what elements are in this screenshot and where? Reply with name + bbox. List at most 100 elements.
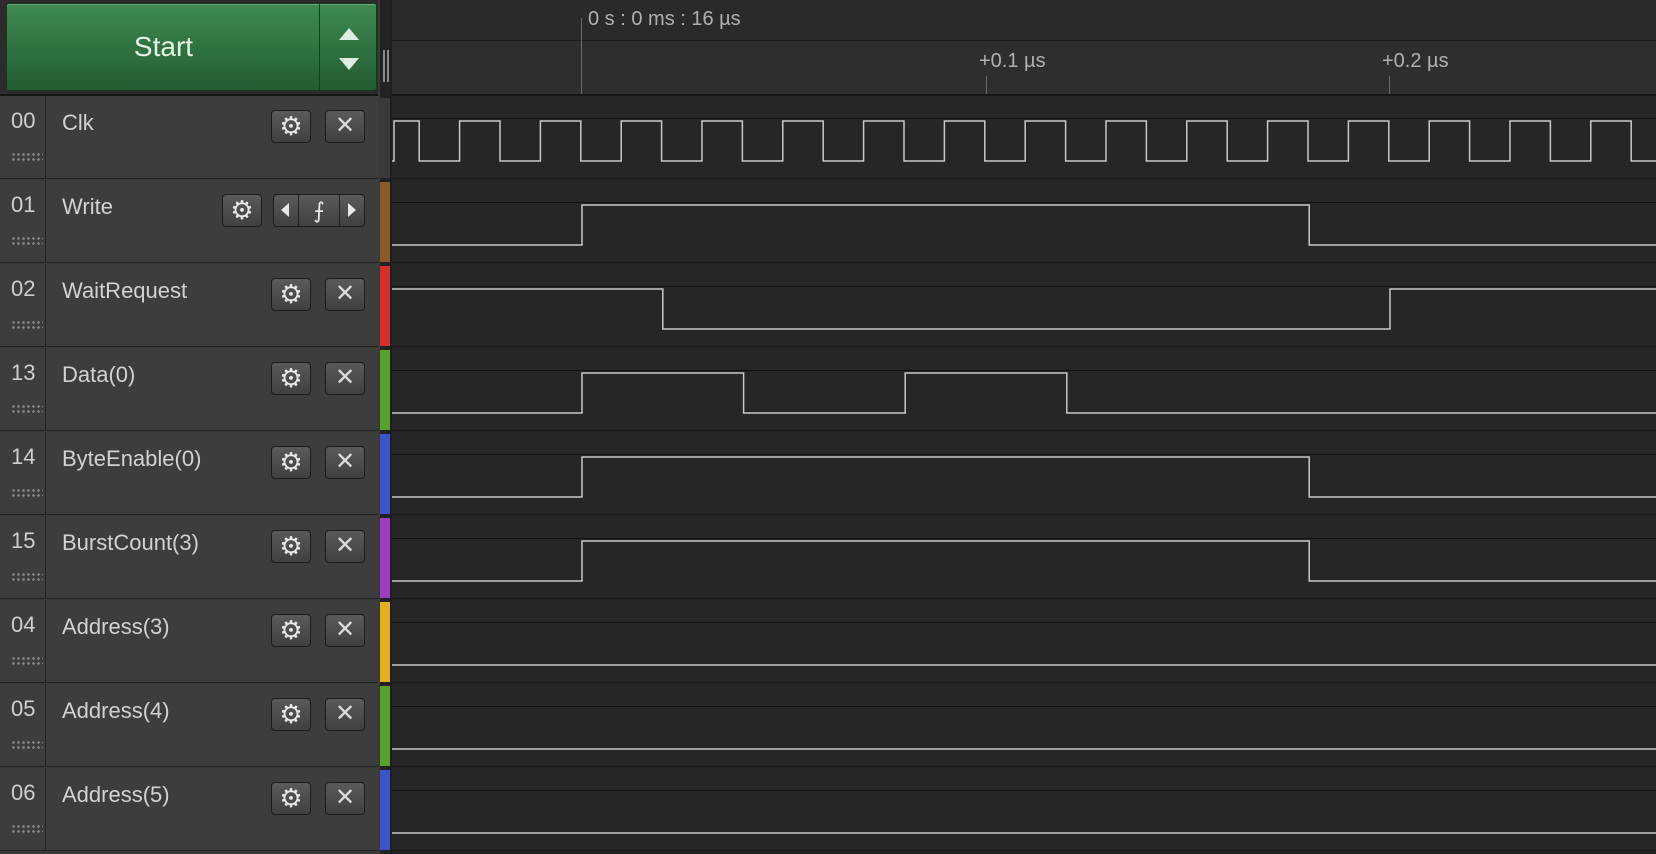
close-icon[interactable]: ✕ [325, 698, 365, 731]
channel-row[interactable]: 06 Address(5) ⚙ ✕ [0, 768, 378, 851]
channel-number-cell: 04 [0, 600, 46, 683]
close-icon[interactable]: ✕ [325, 782, 365, 815]
start-toolbar: Start [0, 0, 378, 96]
channel-color-strip [380, 0, 390, 854]
start-options-stepper[interactable] [319, 3, 377, 91]
channel-number-cell: 02 [0, 264, 46, 347]
drag-grip-icon[interactable] [11, 656, 43, 666]
channel-number-cell: 14 [0, 432, 46, 515]
rising-edge-icon[interactable]: ⨍ [299, 195, 339, 226]
tick-label: +0.1 µs [979, 50, 1046, 72]
channel-number-cell: 05 [0, 684, 46, 767]
channel-name[interactable]: WaitRequest [62, 278, 187, 304]
channel-name[interactable]: Address(3) [62, 614, 170, 640]
channel-number: 05 [11, 696, 36, 721]
channel-color-swatch [380, 518, 390, 598]
trigger-prev-button[interactable] [274, 195, 299, 226]
gear-icon[interactable]: ⚙ [271, 446, 311, 479]
channel-row[interactable]: 02 WaitRequest ⚙ ✕ [0, 264, 378, 347]
channel-color-swatch [380, 602, 390, 682]
channel-panel: Start 00 Clk ⚙ ✕ 01 Write ⚙ ⨍ 02 WaitReq… [0, 0, 380, 854]
signal-waveform [392, 204, 1656, 246]
channel-number-cell: 13 [0, 348, 46, 431]
channel-number-cell: 00 [0, 96, 46, 179]
chevron-left-icon [281, 203, 289, 217]
channel-number: 04 [11, 612, 36, 637]
channel-number: 02 [11, 276, 36, 301]
chevron-right-icon [348, 203, 356, 217]
drag-grip-icon[interactable] [11, 320, 43, 330]
channel-name[interactable]: Address(5) [62, 782, 170, 808]
channel-row[interactable]: 04 Address(3) ⚙ ✕ [0, 600, 378, 683]
trigger-next-button[interactable] [339, 195, 364, 226]
channel-color-swatch [380, 182, 390, 262]
waveform-area[interactable] [392, 96, 1656, 854]
channel-color-swatch [380, 350, 390, 430]
channel-number-cell: 01 [0, 180, 46, 263]
close-icon[interactable]: ✕ [325, 530, 365, 563]
signal-waveform [392, 372, 1656, 414]
channel-number-cell: 15 [0, 516, 46, 599]
channel-color-swatch [380, 98, 390, 178]
start-button[interactable]: Start [6, 3, 321, 91]
signal-waveform [392, 288, 1656, 330]
signal-waveform [392, 456, 1656, 498]
channel-number-cell: 06 [0, 768, 46, 851]
channel-name[interactable]: ByteEnable(0) [62, 446, 201, 472]
drag-grip-icon[interactable] [11, 572, 43, 582]
channel-color-swatch [380, 434, 390, 514]
tick-mark [986, 76, 987, 94]
drag-grip-icon[interactable] [11, 740, 43, 750]
waveforms [392, 120, 1656, 834]
channel-row[interactable]: 14 ByteEnable(0) ⚙ ✕ [0, 432, 378, 515]
channel-number: 15 [11, 528, 36, 553]
close-icon[interactable]: ✕ [325, 110, 365, 143]
gear-icon[interactable]: ⚙ [271, 530, 311, 563]
channel-color-swatch [380, 686, 390, 766]
clk-waveform [392, 120, 1656, 162]
drag-grip-icon[interactable] [11, 236, 43, 246]
channel-number: 14 [11, 444, 36, 469]
arrow-up-icon[interactable] [339, 28, 359, 40]
gear-icon[interactable]: ⚙ [271, 614, 311, 647]
close-icon[interactable]: ✕ [325, 614, 365, 647]
gear-icon[interactable]: ⚙ [271, 698, 311, 731]
channel-row[interactable]: 05 Address(4) ⚙ ✕ [0, 684, 378, 767]
channel-row[interactable]: 00 Clk ⚙ ✕ [0, 96, 378, 179]
gear-icon[interactable]: ⚙ [271, 782, 311, 815]
arrow-down-icon[interactable] [339, 58, 359, 70]
gear-icon[interactable]: ⚙ [271, 362, 311, 395]
time-origin-label: 0 s : 0 ms : 16 µs [588, 8, 741, 30]
channel-number: 13 [11, 360, 36, 385]
channel-row[interactable]: 01 Write ⚙ ⨍ [0, 180, 378, 263]
channel-row[interactable]: 15 BurstCount(3) ⚙ ✕ [0, 516, 378, 599]
close-icon[interactable]: ✕ [325, 278, 365, 311]
channel-number: 01 [11, 192, 36, 217]
drag-grip-icon[interactable] [11, 824, 43, 834]
panel-splitter-handle[interactable] [383, 50, 389, 82]
origin-tick [581, 18, 582, 94]
gear-icon[interactable]: ⚙ [271, 278, 311, 311]
channel-name[interactable]: Address(4) [62, 698, 170, 724]
drag-grip-icon[interactable] [11, 488, 43, 498]
drag-grip-icon[interactable] [11, 152, 43, 162]
channel-number: 06 [11, 780, 36, 805]
signal-waveform [392, 540, 1656, 582]
channel-name[interactable]: Clk [62, 110, 94, 136]
close-icon[interactable]: ✕ [325, 362, 365, 395]
drag-grip-icon[interactable] [11, 404, 43, 414]
channel-color-swatch [380, 266, 390, 346]
channel-name[interactable]: Data(0) [62, 362, 135, 388]
channel-color-swatch [380, 770, 390, 850]
time-ruler: 0 s : 0 ms : 16 µs +0.1 µs +0.2 µs [392, 0, 1656, 96]
channel-row[interactable]: 13 Data(0) ⚙ ✕ [0, 348, 378, 431]
close-icon[interactable]: ✕ [325, 446, 365, 479]
channel-name[interactable]: Write [62, 194, 113, 220]
channel-number: 00 [11, 108, 36, 133]
tick-label: +0.2 µs [1382, 50, 1449, 72]
channel-name[interactable]: BurstCount(3) [62, 530, 199, 556]
gear-icon[interactable]: ⚙ [222, 194, 262, 227]
trigger-selector[interactable]: ⨍ [273, 194, 365, 227]
gear-icon[interactable]: ⚙ [271, 110, 311, 143]
tick-mark [1389, 76, 1390, 94]
